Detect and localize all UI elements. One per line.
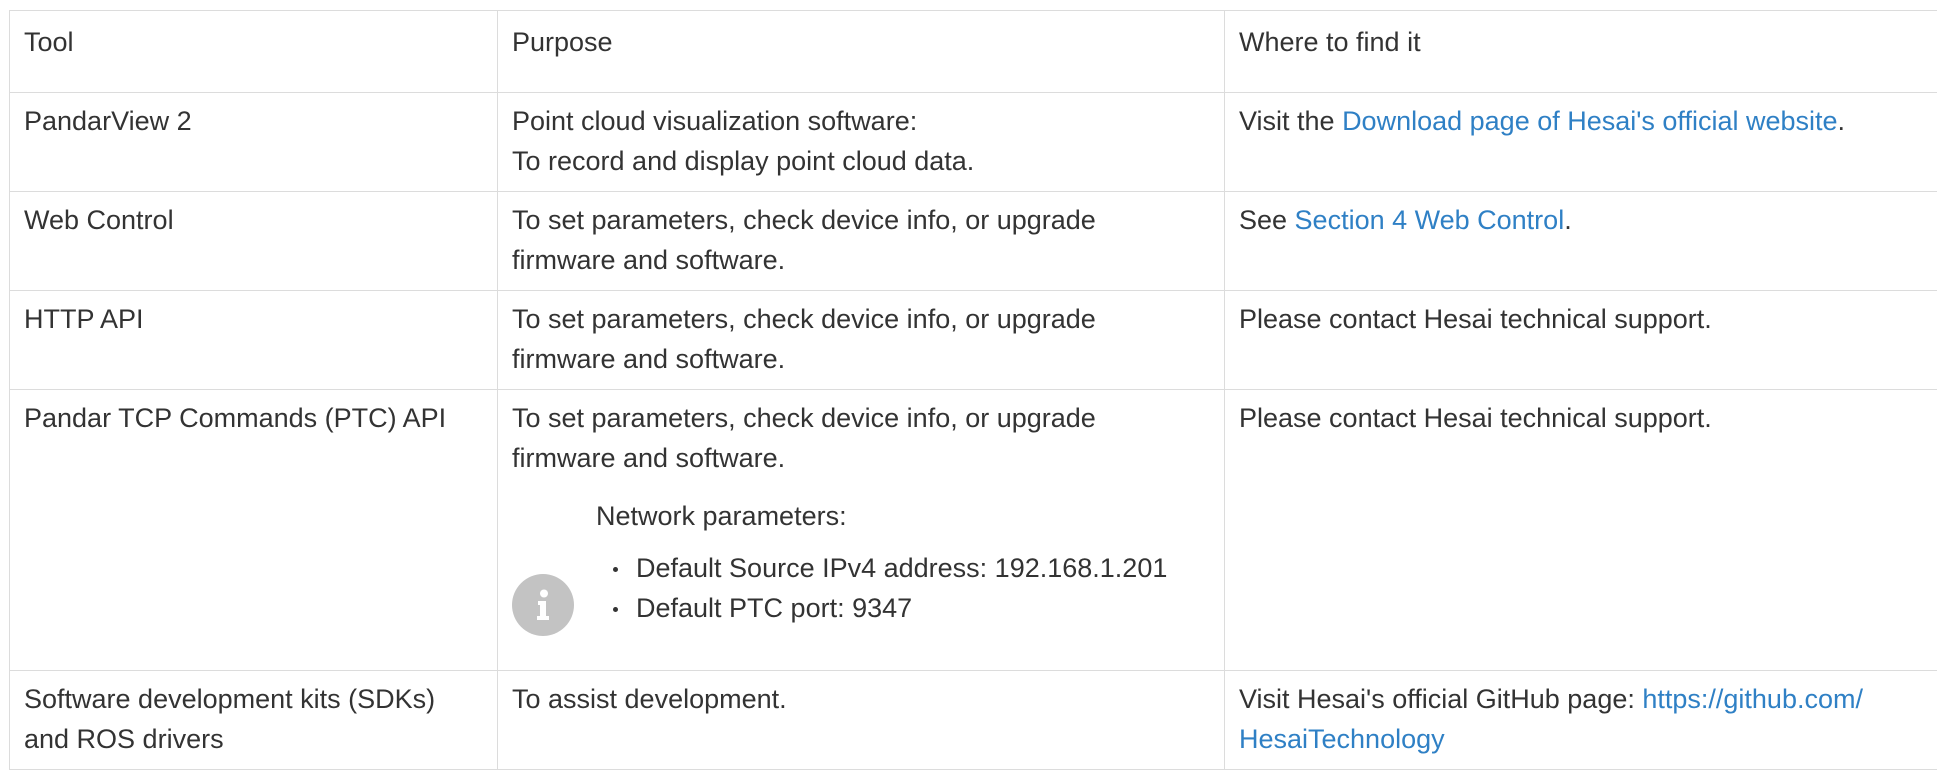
purpose-line: To set parameters, check device info, or…: [512, 299, 1210, 339]
table-row: HTTP API To set parameters, check device…: [10, 291, 1937, 390]
tool-name: HTTP API: [24, 304, 144, 334]
table-row: Web Control To set parameters, check dev…: [10, 192, 1937, 291]
purpose-line: To assist development.: [512, 679, 1210, 719]
note-list: Default Source IPv4 address: 192.168.1.2…: [596, 548, 1210, 628]
purpose-line: firmware and software.: [512, 339, 1210, 379]
purpose-line: To record and display point cloud data.: [512, 141, 1210, 181]
tool-cell: Software development kits (SDKs) and ROS…: [10, 671, 498, 770]
tool-name: Pandar TCP Commands (PTC) API: [24, 403, 446, 433]
tools-table: Tool Purpose Where to find it PandarView…: [9, 10, 1937, 770]
table-row: Pandar TCP Commands (PTC) API To set par…: [10, 390, 1937, 671]
tool-cell: PandarView 2: [10, 93, 498, 192]
where-cell: Please contact Hesai technical support.: [1225, 390, 1937, 671]
where-text: Please contact Hesai technical support.: [1239, 304, 1712, 334]
github-link-part: https://github.com/: [1642, 684, 1863, 714]
where-cell: Please contact Hesai technical support.: [1225, 291, 1937, 390]
header-purpose: Purpose: [498, 11, 1225, 93]
purpose-cell: To set parameters, check device info, or…: [498, 192, 1225, 291]
table-header-row: Tool Purpose Where to find it: [10, 11, 1937, 93]
where-prefix: Visit the: [1239, 106, 1342, 136]
where-cell: See Section 4 Web Control.: [1225, 192, 1937, 291]
header-tool: Tool: [10, 11, 498, 93]
purpose-cell: To set parameters, check device info, or…: [498, 291, 1225, 390]
tool-cell: HTTP API: [10, 291, 498, 390]
where-prefix: Visit Hesai's official GitHub page:: [1239, 684, 1642, 714]
where-prefix: See: [1239, 205, 1295, 235]
header-where: Where to find it: [1225, 11, 1937, 93]
purpose-line: firmware and software.: [512, 438, 1210, 478]
tool-name-line: Software development kits (SDKs): [24, 679, 483, 719]
table-row: Software development kits (SDKs) and ROS…: [10, 671, 1937, 770]
github-link-part: HesaiTechnology: [1239, 724, 1445, 754]
list-item: Default Source IPv4 address: 192.168.1.2…: [596, 548, 1210, 588]
where-cell: Visit the Download page of Hesai's offic…: [1225, 93, 1937, 192]
where-suffix: .: [1564, 205, 1572, 235]
tool-name: Web Control: [24, 205, 174, 235]
purpose-cell: Point cloud visualization software: To r…: [498, 93, 1225, 192]
note-title: Network parameters:: [596, 496, 1210, 536]
tool-name: PandarView 2: [24, 106, 192, 136]
tool-cell: Pandar TCP Commands (PTC) API: [10, 390, 498, 671]
download-page-link[interactable]: Download page of Hesai's official websit…: [1342, 106, 1837, 136]
info-icon: [512, 574, 574, 636]
where-cell: Visit Hesai's official GitHub page: http…: [1225, 671, 1937, 770]
purpose-cell: To assist development.: [498, 671, 1225, 770]
purpose-line: Point cloud visualization software:: [512, 101, 1210, 141]
tool-name-line: and ROS drivers: [24, 719, 483, 759]
where-text: Please contact Hesai technical support.: [1239, 403, 1712, 433]
purpose-line: firmware and software.: [512, 240, 1210, 280]
web-control-section-link[interactable]: Section 4 Web Control: [1295, 205, 1565, 235]
tool-cell: Web Control: [10, 192, 498, 291]
table-row: PandarView 2 Point cloud visualization s…: [10, 93, 1937, 192]
purpose-line: To set parameters, check device info, or…: [512, 200, 1210, 240]
where-suffix: .: [1838, 106, 1846, 136]
purpose-cell: To set parameters, check device info, or…: [498, 390, 1225, 671]
list-item: Default PTC port: 9347: [596, 588, 1210, 628]
info-note: Network parameters: Default Source IPv4 …: [512, 496, 1210, 628]
purpose-line: To set parameters, check device info, or…: [512, 398, 1210, 438]
